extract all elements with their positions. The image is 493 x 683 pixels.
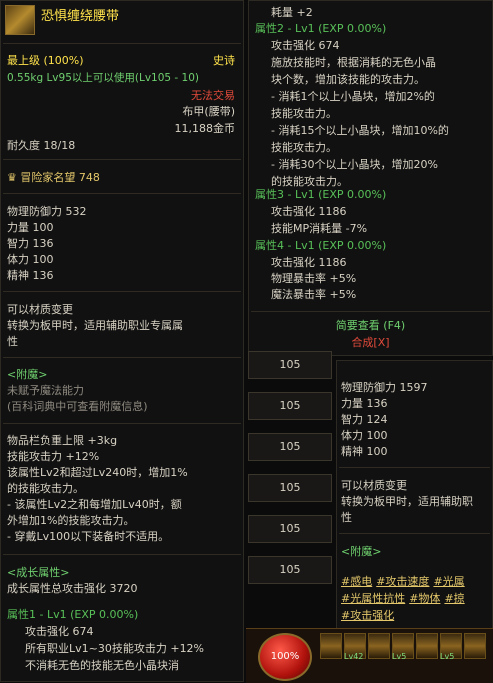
item-type: 布甲(腰带) [182, 105, 235, 118]
belt-item-icon [5, 5, 35, 35]
enchant-header: <附魔> [341, 545, 382, 558]
enchant-none: 未赋予魔法能力 [7, 384, 84, 397]
attr4-line: 攻击强化 1186 [271, 256, 347, 269]
attr2-line: - 消耗30个以上小晶块，增加20% [271, 158, 438, 171]
effect-line: - 穿戴Lv100以下装备时不适用。 [7, 530, 170, 543]
attr2-line: - 消耗15个以上小晶块，增加10%的 [271, 124, 449, 137]
growth-header: <成长属性> [7, 566, 70, 579]
attr1-line: 攻击强化 674 [25, 625, 94, 638]
stat-line: 智力 124 [341, 413, 388, 426]
fame-icon: ♛ [7, 171, 17, 184]
level-button[interactable]: 105 [248, 515, 332, 543]
material-desc-cont: 性 [341, 511, 352, 524]
item-rarity: 史诗 [213, 54, 235, 67]
hp-percent: 100% [270, 651, 300, 662]
effect-line: - 该属性Lv2之和每增加Lv40时，额 [7, 498, 182, 511]
brief-view-button[interactable]: 简要查看 (F4) [249, 319, 492, 333]
fame-row: ♛ 冒险家名望 748 [7, 171, 100, 185]
tag-link[interactable]: #感电 [341, 575, 372, 589]
stat-line: 物理防御力 532 [7, 205, 87, 218]
material-change: 可以材质变更 [7, 303, 73, 316]
attr1-line-cont: 耗量 +2 [271, 6, 313, 19]
item-grade: 最上级 (100%) [7, 54, 84, 67]
tag-link[interactable]: #攻击强化 [341, 609, 394, 623]
attr2-line: 技能攻击力。 [271, 107, 337, 120]
level-button[interactable]: 105 [248, 392, 332, 420]
attr2-line: 块个数，增加该技能的攻击力。 [271, 73, 425, 86]
skill-slot[interactable] [464, 633, 486, 659]
hud-bar: 100% Lv42 Lv5 Lv5 [246, 628, 493, 683]
tag-link[interactable]: #物体 [409, 592, 440, 606]
level-button[interactable]: 105 [248, 556, 332, 584]
stat-line: 精神 100 [341, 445, 388, 458]
tag-link[interactable]: #攻击速度 [376, 575, 429, 589]
effect-line: 技能攻击力 +12% [7, 450, 100, 463]
item-trade-status: 无法交易 [191, 89, 235, 102]
stat-line: 物理防御力 1597 [341, 381, 428, 394]
stat-line: 体力 100 [341, 429, 388, 442]
attr3-line: 技能MP消耗量 -7% [271, 222, 368, 235]
stat-line: 精神 136 [7, 269, 54, 282]
tag-link[interactable]: #掠 [444, 592, 464, 606]
tag-row: #感电 #攻击速度 #光属 [341, 575, 469, 589]
effect-line: 外增加1%的技能攻击力。 [7, 514, 135, 527]
material-desc: 转换为板甲时，适用辅助职 [341, 495, 473, 508]
stat-line: 力量 100 [7, 221, 54, 234]
attr1-line: 所有职业Lv1~30技能攻击力 +12% [25, 642, 205, 655]
item-tooltip-left: 恐惧缠绕腰带 最上级 (100%) 史诗 0.55kg Lv95以上可以使用(L… [0, 0, 244, 682]
attr2-title: 属性2 - Lv1 (EXP 0.00%) [255, 22, 387, 35]
hp-orb: 100% [258, 633, 312, 681]
enchant-header: <附魔> [7, 368, 48, 381]
attr2-line: 技能攻击力。 [271, 141, 337, 154]
attr4-title: 属性4 - Lv1 (EXP 0.00%) [255, 239, 387, 252]
skill-slot[interactable] [416, 633, 438, 659]
attr2-line: 攻击强化 674 [271, 39, 340, 52]
skill-level-label: Lv5 [440, 652, 455, 661]
level-button[interactable]: 105 [248, 433, 332, 461]
tag-link[interactable]: #光属 [433, 575, 464, 589]
attr4-line: 魔法暴击率 +5% [271, 288, 357, 301]
attr1-line: 不消耗无色的技能无色小晶块消 [25, 659, 179, 672]
item-tooltip-middle: 耗量 +2 属性2 - Lv1 (EXP 0.00%) 攻击强化 674 施放技… [248, 0, 493, 356]
item-tooltip-right: 物理防御力 1597 力量 136 智力 124 体力 100 精神 100 可… [336, 360, 493, 630]
enchant-hint: (百科词典中可查看附魔信息) [7, 400, 148, 413]
effect-line: 该属性Lv2和超过Lv240时，增加1% [7, 466, 188, 479]
growth-total: 成长属性总攻击强化 3720 [7, 582, 138, 595]
skill-slot[interactable] [320, 633, 342, 659]
skill-level-label: Lv5 [392, 652, 407, 661]
stat-line: 智力 136 [7, 237, 54, 250]
tag-row: #光属性抗性 #物体 #掠 [341, 592, 469, 606]
synthesize-button[interactable]: 合成[X] [249, 336, 492, 350]
attr4-line: 物理暴击率 +5% [271, 272, 357, 285]
attr3-line: 攻击强化 1186 [271, 205, 347, 218]
effect-line: 物品栏负重上限 +3kg [7, 434, 118, 447]
attr2-line: - 消耗1个以上小晶块，增加2%的 [271, 90, 435, 103]
stat-line: 力量 136 [341, 397, 388, 410]
effect-line: 的技能攻击力。 [7, 482, 84, 495]
attr3-title: 属性3 - Lv1 (EXP 0.00%) [255, 188, 387, 201]
stat-line: 体力 100 [7, 253, 54, 266]
material-desc: 转换为板甲时，适用辅助职业专属属 [7, 319, 183, 332]
material-change: 可以材质变更 [341, 479, 407, 492]
attr1-title: 属性1 - Lv1 (EXP 0.00%) [7, 608, 139, 621]
level-button[interactable]: 105 [248, 474, 332, 502]
fame-text: 冒险家名望 748 [20, 171, 100, 184]
attr2-line: 施放技能时，根据消耗的无色小晶 [271, 56, 436, 69]
skill-level-label: Lv42 [344, 652, 364, 661]
item-durability: 耐久度 18/18 [7, 139, 76, 152]
item-requirement: 0.55kg Lv95以上可以使用(Lv105 - 10) [7, 72, 200, 84]
item-name: 恐惧缠绕腰带 [41, 9, 120, 24]
attr2-line: 的技能攻击力。 [271, 175, 348, 188]
level-button[interactable]: 105 [248, 351, 332, 379]
material-desc-cont: 性 [7, 335, 18, 348]
tag-link[interactable]: #光属性抗性 [341, 592, 405, 606]
item-price: 11,188金币 [174, 122, 236, 135]
tag-row: #攻击强化 [341, 609, 398, 623]
skill-slot[interactable] [368, 633, 390, 659]
